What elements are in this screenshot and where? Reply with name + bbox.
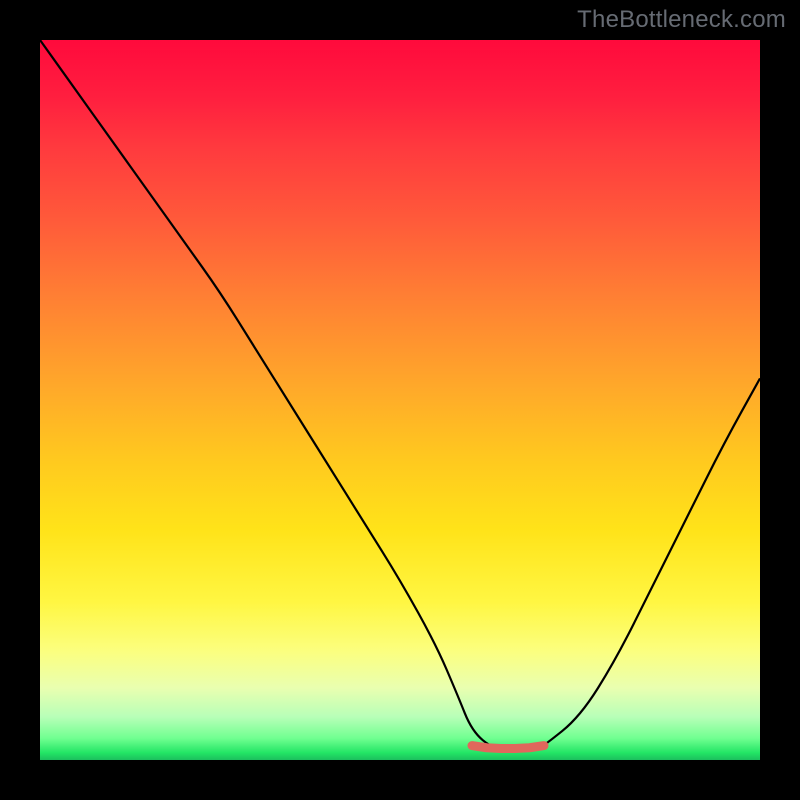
curve-layer (40, 40, 760, 760)
optimal-band-marker (472, 746, 544, 749)
chart-frame: TheBottleneck.com (0, 0, 800, 800)
bottleneck-curve (40, 40, 760, 749)
plot-area (40, 40, 760, 760)
watermark-label: TheBottleneck.com (577, 6, 786, 34)
